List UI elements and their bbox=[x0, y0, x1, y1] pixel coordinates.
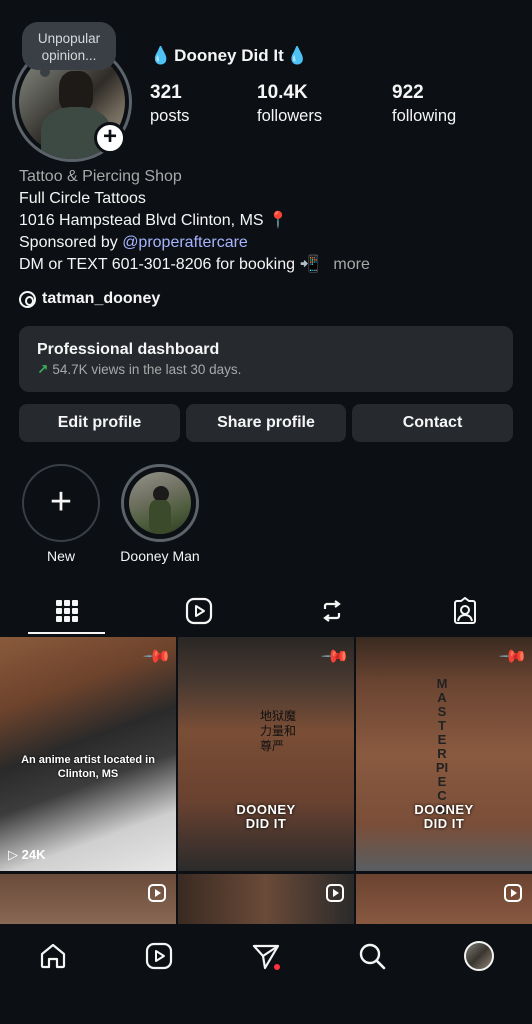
notification-dot bbox=[274, 964, 280, 970]
add-story-button[interactable]: + bbox=[94, 122, 126, 154]
note-bubble[interactable]: Unpopular opinion... bbox=[22, 22, 116, 77]
post-overlay-text: MASTERPIECE bbox=[435, 676, 449, 817]
tab-reposts[interactable] bbox=[293, 588, 371, 634]
post-tile[interactable]: 📌 An anime artist located in Clinton, MS… bbox=[0, 637, 176, 871]
post-tile[interactable] bbox=[0, 874, 176, 927]
reels-icon bbox=[145, 942, 173, 970]
tab-posts[interactable] bbox=[28, 588, 106, 634]
stat-following-label: following bbox=[392, 107, 457, 125]
dashboard-subtitle: ↗ 54.7K views in the last 30 days. bbox=[37, 362, 495, 378]
views-count: 24K bbox=[21, 847, 46, 862]
highlight-label: Dooney Man bbox=[120, 548, 200, 564]
nav-profile[interactable] bbox=[459, 936, 499, 976]
reel-icon bbox=[148, 884, 166, 902]
highlight-new[interactable]: + New bbox=[22, 464, 100, 564]
stat-posts-label: posts bbox=[150, 107, 190, 125]
nav-search[interactable] bbox=[352, 936, 392, 976]
bio-booking: DM or TEXT 601-301-8206 for booking bbox=[19, 256, 296, 273]
nav-reels[interactable] bbox=[139, 936, 179, 976]
highlight-ring bbox=[121, 464, 199, 542]
nav-home[interactable] bbox=[33, 936, 73, 976]
stat-posts[interactable]: 321 posts bbox=[150, 82, 189, 126]
blood-drop-icon: 💧 bbox=[286, 46, 308, 65]
nav-messages[interactable] bbox=[246, 936, 286, 976]
bio: Tattoo & Piercing Shop Full Circle Tatto… bbox=[19, 166, 370, 276]
stat-following-value: 922 bbox=[392, 82, 424, 103]
highlight-dooney-man[interactable]: Dooney Man bbox=[120, 464, 200, 564]
contact-button[interactable]: Contact bbox=[352, 404, 513, 442]
threads-handle: tatman_dooney bbox=[42, 290, 161, 307]
note-text: Unpopular opinion... bbox=[37, 31, 101, 63]
pin-icon: 📌 bbox=[320, 641, 351, 672]
blood-drop-icon: 💧 bbox=[150, 46, 172, 65]
tagged-icon bbox=[454, 597, 476, 624]
share-profile-button[interactable]: Share profile bbox=[186, 404, 346, 442]
post-overlay-text: 地狱魔力量和尊严 bbox=[260, 709, 297, 753]
bio-more-link[interactable]: more bbox=[333, 256, 369, 273]
reels-icon bbox=[185, 597, 213, 625]
tab-reels[interactable] bbox=[160, 588, 238, 634]
threads-icon bbox=[19, 290, 36, 308]
reel-icon bbox=[326, 884, 344, 902]
stat-following[interactable]: 922 following bbox=[392, 82, 456, 126]
bottom-navigation bbox=[0, 924, 532, 1024]
tab-tagged[interactable] bbox=[426, 588, 504, 634]
post-caption: An anime artist located in Clinton, MS bbox=[21, 754, 155, 780]
phone-icon: 📲 bbox=[299, 256, 320, 273]
posts-grid: 📌 An anime artist located in Clinton, MS… bbox=[0, 637, 532, 927]
trend-up-icon: ↗ bbox=[37, 362, 49, 377]
post-tile[interactable] bbox=[356, 874, 532, 927]
bio-sponsor-prefix: Sponsored by bbox=[19, 234, 123, 251]
post-tile[interactable]: 📌 地狱魔力量和尊严 DOONEY DID IT bbox=[178, 637, 354, 871]
dashboard-views: 54.7K views in the last 30 days. bbox=[52, 362, 242, 377]
bio-line-1: Full Circle Tattoos bbox=[19, 190, 146, 207]
threads-link[interactable]: tatman_dooney bbox=[19, 290, 160, 308]
dashboard-title: Professional dashboard bbox=[37, 341, 220, 358]
bio-line-3: Sponsored by @properaftercare bbox=[19, 232, 370, 254]
edit-profile-button[interactable]: Edit profile bbox=[19, 404, 180, 442]
bio-line-4: DM or TEXT 601-301-8206 for booking 📲 mor… bbox=[19, 254, 370, 276]
search-icon bbox=[359, 943, 386, 970]
professional-dashboard[interactable]: Professional dashboard ↗ 54.7K views in t… bbox=[19, 326, 513, 392]
highlight-new-ring: + bbox=[22, 464, 100, 542]
pin-icon: 📌 bbox=[142, 641, 173, 672]
bio-line-2: 1016 Hampstead Blvd Clinton, MS 📍 bbox=[19, 210, 370, 232]
post-tile[interactable]: 📌 MASTERPIECE DOONEY DID IT bbox=[356, 637, 532, 871]
post-watermark: DOONEY DID IT bbox=[236, 802, 296, 831]
location-pin-icon: 📍 bbox=[268, 212, 288, 229]
profile-avatar-icon bbox=[464, 941, 494, 971]
stat-followers[interactable]: 10.4K followers bbox=[257, 82, 322, 126]
home-icon bbox=[40, 943, 66, 969]
profile-tabs bbox=[0, 588, 532, 636]
reposts-icon bbox=[323, 600, 341, 622]
bio-category: Tattoo & Piercing Shop bbox=[19, 168, 182, 185]
post-watermark: DOONEY DID IT bbox=[414, 802, 474, 831]
pin-icon: 📌 bbox=[498, 641, 529, 672]
post-tile[interactable] bbox=[178, 874, 354, 927]
bio-address: 1016 Hampstead Blvd Clinton, MS bbox=[19, 212, 264, 229]
stat-posts-value: 321 bbox=[150, 82, 182, 103]
active-tab-indicator bbox=[28, 632, 105, 634]
sponsor-link[interactable]: @properaftercare bbox=[122, 234, 248, 251]
stat-followers-value: 10.4K bbox=[257, 82, 308, 103]
post-views: ▷ 24K bbox=[8, 847, 46, 862]
highlight-thumbnail bbox=[129, 472, 191, 534]
profile-name-row: 💧 Dooney Did It 💧 bbox=[150, 46, 308, 66]
plus-icon: + bbox=[49, 481, 73, 523]
stat-followers-label: followers bbox=[257, 107, 323, 125]
profile-name: Dooney Did It bbox=[174, 46, 284, 65]
grid-icon bbox=[56, 600, 78, 622]
reel-icon bbox=[504, 884, 522, 902]
